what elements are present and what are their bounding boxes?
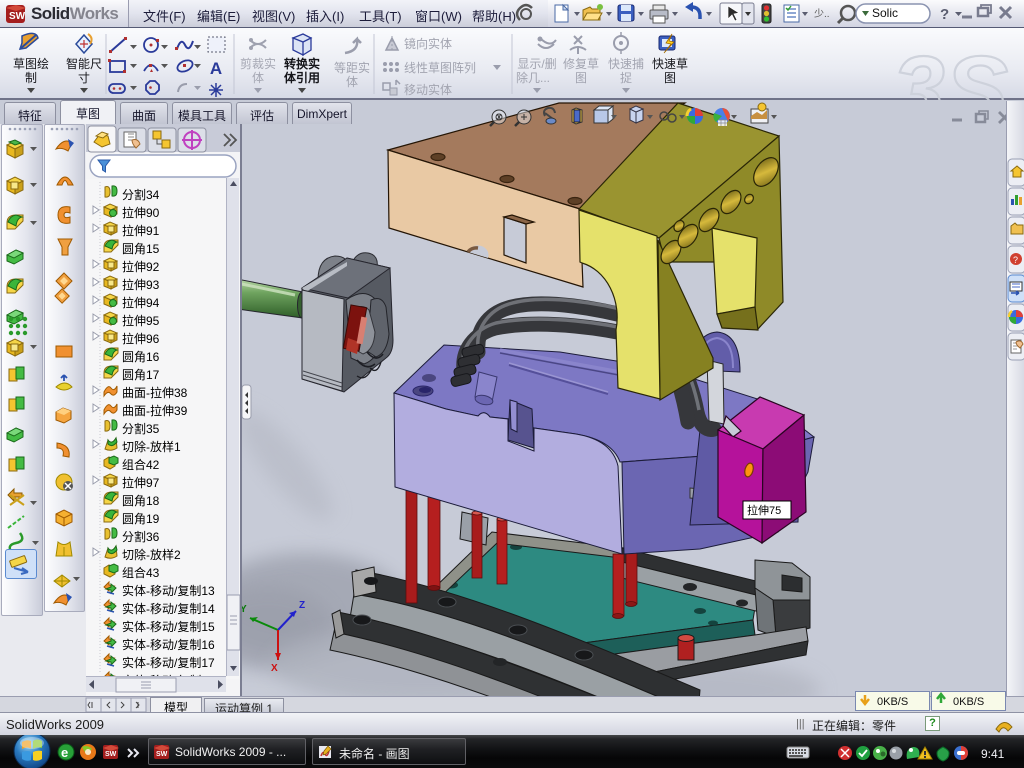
svg-text:9:41: 9:41 xyxy=(981,747,1005,761)
svg-text:捉: 捉 xyxy=(620,70,632,85)
svg-text:图: 图 xyxy=(575,71,587,85)
svg-text:Y: Y xyxy=(242,604,247,615)
svg-text:寸: 寸 xyxy=(78,71,90,85)
svg-text:3S: 3S xyxy=(892,37,1008,100)
svg-text:制: 制 xyxy=(25,71,37,85)
svg-text:Z: Z xyxy=(299,600,305,611)
svg-text:体: 体 xyxy=(346,75,358,89)
svg-text:显示/删: 显示/删 xyxy=(517,57,556,71)
svg-text:快速捕: 快速捕 xyxy=(608,56,644,71)
svg-text:e: e xyxy=(61,745,68,760)
svg-text:0KB/S: 0KB/S xyxy=(877,696,908,708)
svg-text:A: A xyxy=(210,59,222,78)
svg-text:等距实: 等距实 xyxy=(334,60,370,75)
svg-text:SW: SW xyxy=(156,751,168,758)
svg-text:?: ? xyxy=(940,6,949,23)
svg-text:体引用: 体引用 xyxy=(284,70,320,85)
svg-text:拉伸75: 拉伸75 xyxy=(747,503,781,517)
svg-text:体: 体 xyxy=(252,71,264,85)
svg-text:SW: SW xyxy=(105,751,117,758)
svg-text:镜向实体: 镜向实体 xyxy=(404,36,452,51)
svg-text:智能尺: 智能尺 xyxy=(66,56,102,71)
svg-text:转换实: 转换实 xyxy=(284,56,320,71)
svg-text:移动实体: 移动实体 xyxy=(404,82,452,97)
svg-text:?: ? xyxy=(1013,255,1018,265)
svg-text:线性草图阵列: 线性草图阵列 xyxy=(404,61,476,75)
svg-text:X: X xyxy=(271,663,278,674)
svg-text:SW: SW xyxy=(9,11,26,22)
svg-text:除几...: 除几... xyxy=(516,70,550,85)
svg-text:图: 图 xyxy=(664,71,676,85)
svg-text:0KB/S: 0KB/S xyxy=(953,696,984,708)
svg-text:少..: 少.. xyxy=(814,8,830,20)
svg-text:快速草: 快速草 xyxy=(652,57,688,71)
svg-text:Solic: Solic xyxy=(872,6,898,20)
svg-text:修复草: 修复草 xyxy=(563,56,599,71)
svg-text:剪裁实: 剪裁实 xyxy=(240,56,276,71)
svg-text:草图绘: 草图绘 xyxy=(13,56,49,71)
